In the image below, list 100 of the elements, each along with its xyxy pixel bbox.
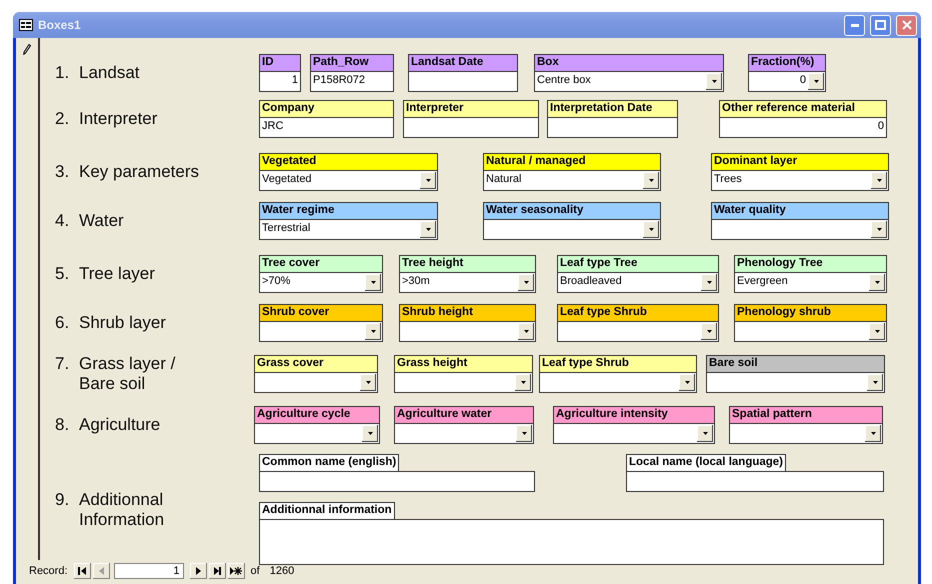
combo-box[interactable] [483, 219, 661, 240]
field-label: Spatial pattern [729, 406, 883, 423]
dropdown-button[interactable] [362, 425, 378, 442]
dropdown-button[interactable] [518, 323, 534, 340]
combo-box[interactable]: Terrestrial [259, 219, 438, 240]
input-field[interactable]: P158R072 [310, 71, 394, 92]
combo-box[interactable] [399, 321, 536, 342]
field-label: ID [259, 54, 301, 71]
field-label: Phenology shrub [734, 304, 887, 321]
dropdown-arrow-icon [702, 432, 708, 435]
dropdown-arrow-icon [876, 179, 882, 182]
dropdown-arrow-icon [874, 281, 880, 284]
input-field[interactable] [403, 117, 539, 138]
combo-box[interactable] [711, 219, 889, 240]
combo-box[interactable] [394, 372, 533, 393]
dropdown-button[interactable] [701, 323, 717, 340]
combo-box[interactable]: >30m [399, 272, 536, 293]
input-field[interactable] [408, 71, 518, 92]
maximize-icon [875, 20, 886, 30]
combo-box[interactable] [539, 372, 697, 393]
field-label: Phenology Tree [734, 255, 887, 272]
combo-box[interactable]: Natural [483, 170, 661, 191]
field-label: Leaf type Tree [557, 255, 719, 272]
record-number-field[interactable]: 1 [114, 563, 184, 579]
dropdown-button[interactable] [869, 274, 885, 291]
section-number: 7. [55, 354, 70, 375]
dropdown-button[interactable] [871, 172, 887, 189]
combo-box[interactable] [734, 321, 887, 342]
combo-box[interactable]: Evergreen [734, 272, 887, 293]
combo-box[interactable]: 0 [748, 71, 826, 92]
input-field[interactable] [259, 519, 884, 565]
field-label: Leaf type Shrub [557, 304, 719, 321]
section-number: 3. [55, 162, 70, 182]
new-record-button[interactable] [228, 563, 245, 579]
dropdown-button[interactable] [515, 374, 531, 391]
dropdown-button[interactable] [867, 374, 883, 391]
dropdown-arrow-icon [522, 432, 526, 435]
next-record-icon [193, 566, 204, 576]
field-label: Common name (english) [259, 454, 400, 471]
last-record-button[interactable] [208, 563, 226, 579]
input-field[interactable]: 1 [259, 71, 301, 92]
section-number: 6. [55, 313, 70, 333]
dropdown-button[interactable] [365, 323, 381, 340]
close-icon [902, 20, 912, 30]
combo-box[interactable] [394, 423, 534, 444]
dropdown-arrow-icon [648, 179, 654, 182]
combo-box[interactable] [259, 321, 383, 342]
combo-box[interactable]: >70% [259, 272, 383, 293]
dropdown-button[interactable] [518, 274, 534, 291]
field-label: Landsat Date [408, 54, 518, 71]
dropdown-button[interactable] [706, 73, 722, 90]
dropdown-button[interactable] [865, 425, 881, 442]
dropdown-arrow-icon [684, 381, 690, 384]
combo-box[interactable]: Broadleaved [557, 272, 719, 293]
dropdown-button[interactable] [420, 221, 436, 238]
input-field[interactable] [626, 471, 884, 492]
close-button[interactable] [896, 14, 917, 36]
input-field[interactable]: 0 [719, 117, 887, 138]
form-icon [19, 19, 33, 31]
combo-box[interactable]: Centre box [534, 71, 724, 92]
next-record-button[interactable] [190, 563, 207, 579]
record-of-label: of [250, 565, 260, 577]
dropdown-button[interactable] [420, 172, 436, 189]
dropdown-button[interactable] [871, 221, 887, 238]
field-label: Tree cover [259, 255, 383, 272]
combo-box[interactable] [254, 372, 378, 393]
dropdown-button[interactable] [365, 274, 381, 291]
combo-box[interactable] [553, 423, 715, 444]
dropdown-arrow-icon [872, 381, 878, 384]
dropdown-button[interactable] [643, 221, 659, 238]
combo-box[interactable]: Trees [711, 170, 889, 191]
input-field[interactable] [259, 471, 535, 492]
dropdown-button[interactable] [869, 323, 885, 340]
input-field[interactable] [547, 117, 678, 138]
dropdown-arrow-icon [520, 381, 526, 384]
dropdown-button[interactable] [516, 425, 532, 442]
dropdown-button[interactable] [697, 425, 713, 442]
combo-box[interactable] [729, 423, 883, 444]
dropdown-arrow-icon [524, 281, 528, 284]
dropdown-button[interactable] [701, 274, 717, 291]
field-label: Additionnal information [259, 502, 395, 519]
section-title: Water [79, 211, 125, 231]
combo-box[interactable] [557, 321, 719, 342]
field-label: Interpretation Date [547, 100, 678, 117]
dropdown-button[interactable] [643, 172, 659, 189]
field-label: Grass height [394, 355, 533, 372]
combo-box[interactable] [706, 372, 885, 393]
combo-box[interactable] [254, 423, 380, 444]
field-label: Company [259, 100, 394, 117]
dropdown-button[interactable] [679, 374, 695, 391]
minimize-button[interactable] [844, 14, 865, 36]
dropdown-button[interactable] [360, 374, 376, 391]
field-label: Shrub cover [259, 304, 383, 321]
input-field[interactable]: JRC [259, 117, 394, 138]
field-label: Bare soil [706, 355, 885, 372]
dropdown-button[interactable] [808, 73, 824, 90]
maximize-button[interactable] [870, 14, 891, 36]
combo-box[interactable]: Vegetated [259, 170, 438, 191]
first-record-button[interactable] [74, 563, 91, 579]
window-title: Boxes1 [38, 18, 82, 32]
